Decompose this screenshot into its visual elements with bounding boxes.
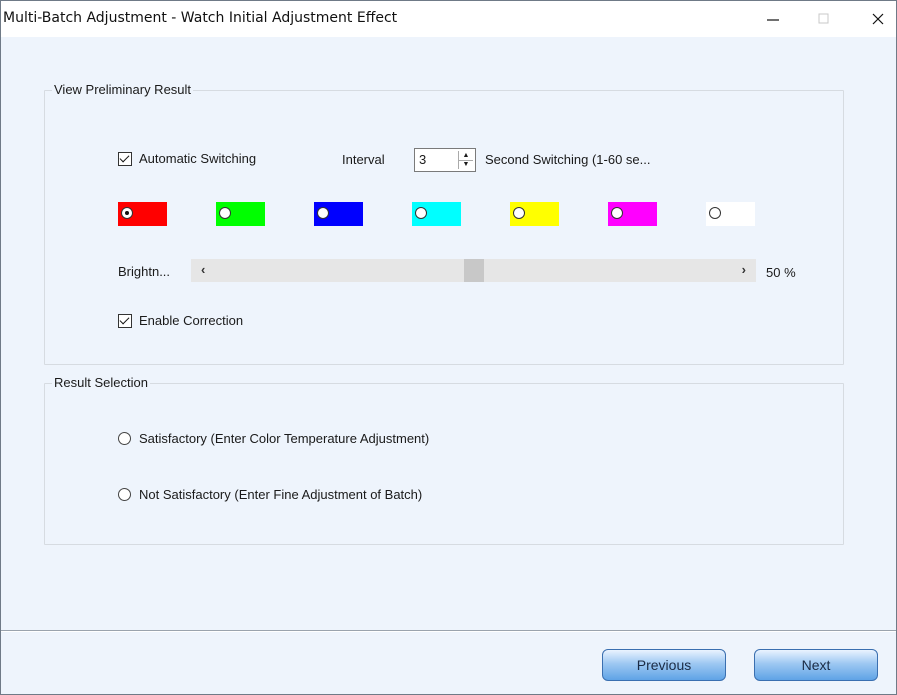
interval-stepper[interactable]: 3 ▲ ▼ bbox=[414, 148, 476, 172]
not-satisfactory-radio[interactable]: Not Satisfactory (Enter Fine Adjustment … bbox=[118, 487, 422, 502]
stepper-arrows: ▲ ▼ bbox=[458, 151, 473, 169]
swatch-radio-icon[interactable] bbox=[415, 207, 427, 219]
interval-value[interactable]: 3 bbox=[419, 152, 426, 167]
brightness-value: 50 % bbox=[766, 265, 796, 280]
color-swatch-blue[interactable] bbox=[314, 202, 363, 226]
title-bar: Multi-Batch Adjustment - Watch Initial A… bbox=[1, 1, 896, 37]
minimize-icon bbox=[767, 19, 779, 21]
satisfactory-radio[interactable]: Satisfactory (Enter Color Temperature Ad… bbox=[118, 431, 429, 446]
color-swatch-red[interactable] bbox=[118, 202, 167, 226]
color-swatch-cyan[interactable] bbox=[412, 202, 461, 226]
next-button[interactable]: Next bbox=[754, 649, 878, 681]
preview-group-label: View Preliminary Result bbox=[52, 82, 194, 97]
enable-correction-check-icon bbox=[118, 313, 132, 328]
slider-thumb[interactable] bbox=[463, 259, 484, 282]
maximize-icon bbox=[818, 13, 829, 24]
auto-switch-check-icon bbox=[118, 151, 132, 166]
not-satisfactory-radio-icon bbox=[118, 488, 131, 501]
color-swatch-green[interactable] bbox=[216, 202, 265, 226]
dialog-window: Multi-Batch Adjustment - Watch Initial A… bbox=[0, 0, 897, 695]
stepper-down-icon[interactable]: ▼ bbox=[459, 160, 473, 169]
swatch-radio-icon[interactable] bbox=[513, 207, 525, 219]
swatch-radio-icon[interactable] bbox=[121, 207, 133, 219]
minimize-button[interactable] bbox=[753, 1, 793, 37]
close-button[interactable] bbox=[858, 1, 897, 37]
window-title: Multi-Batch Adjustment - Watch Initial A… bbox=[3, 10, 398, 26]
auto-switch-checkbox[interactable]: Automatic Switching bbox=[118, 151, 256, 166]
close-icon bbox=[872, 13, 884, 25]
color-swatch-yellow[interactable] bbox=[510, 202, 559, 226]
swatch-radio-icon[interactable] bbox=[219, 207, 231, 219]
slider-right-arrow-icon[interactable]: › bbox=[742, 262, 746, 277]
enable-correction-checkbox[interactable]: Enable Correction bbox=[118, 313, 243, 328]
footer-divider bbox=[1, 630, 896, 632]
swatch-radio-icon[interactable] bbox=[611, 207, 623, 219]
color-swatch-white[interactable] bbox=[706, 202, 755, 226]
auto-switch-label: Automatic Switching bbox=[139, 151, 257, 166]
result-group: Result Selection bbox=[44, 375, 844, 545]
result-group-label: Result Selection bbox=[52, 375, 150, 390]
previous-button[interactable]: Previous bbox=[602, 649, 726, 681]
satisfactory-radio-icon bbox=[118, 432, 131, 445]
brightness-label: Brightn... bbox=[118, 264, 171, 279]
satisfactory-label: Satisfactory (Enter Color Temperature Ad… bbox=[139, 431, 430, 446]
interval-label: Interval bbox=[342, 152, 385, 167]
slider-left-arrow-icon[interactable]: ‹ bbox=[201, 262, 205, 277]
not-satisfactory-label: Not Satisfactory (Enter Fine Adjustment … bbox=[139, 487, 423, 502]
maximize-button[interactable] bbox=[804, 1, 844, 37]
brightness-slider[interactable]: ‹ › bbox=[191, 259, 756, 282]
color-swatch-magenta[interactable] bbox=[608, 202, 657, 226]
swatch-radio-icon[interactable] bbox=[317, 207, 329, 219]
enable-correction-label: Enable Correction bbox=[139, 313, 244, 328]
interval-suffix: Second Switching (1-60 se... bbox=[485, 152, 651, 167]
swatch-radio-icon[interactable] bbox=[709, 207, 721, 219]
